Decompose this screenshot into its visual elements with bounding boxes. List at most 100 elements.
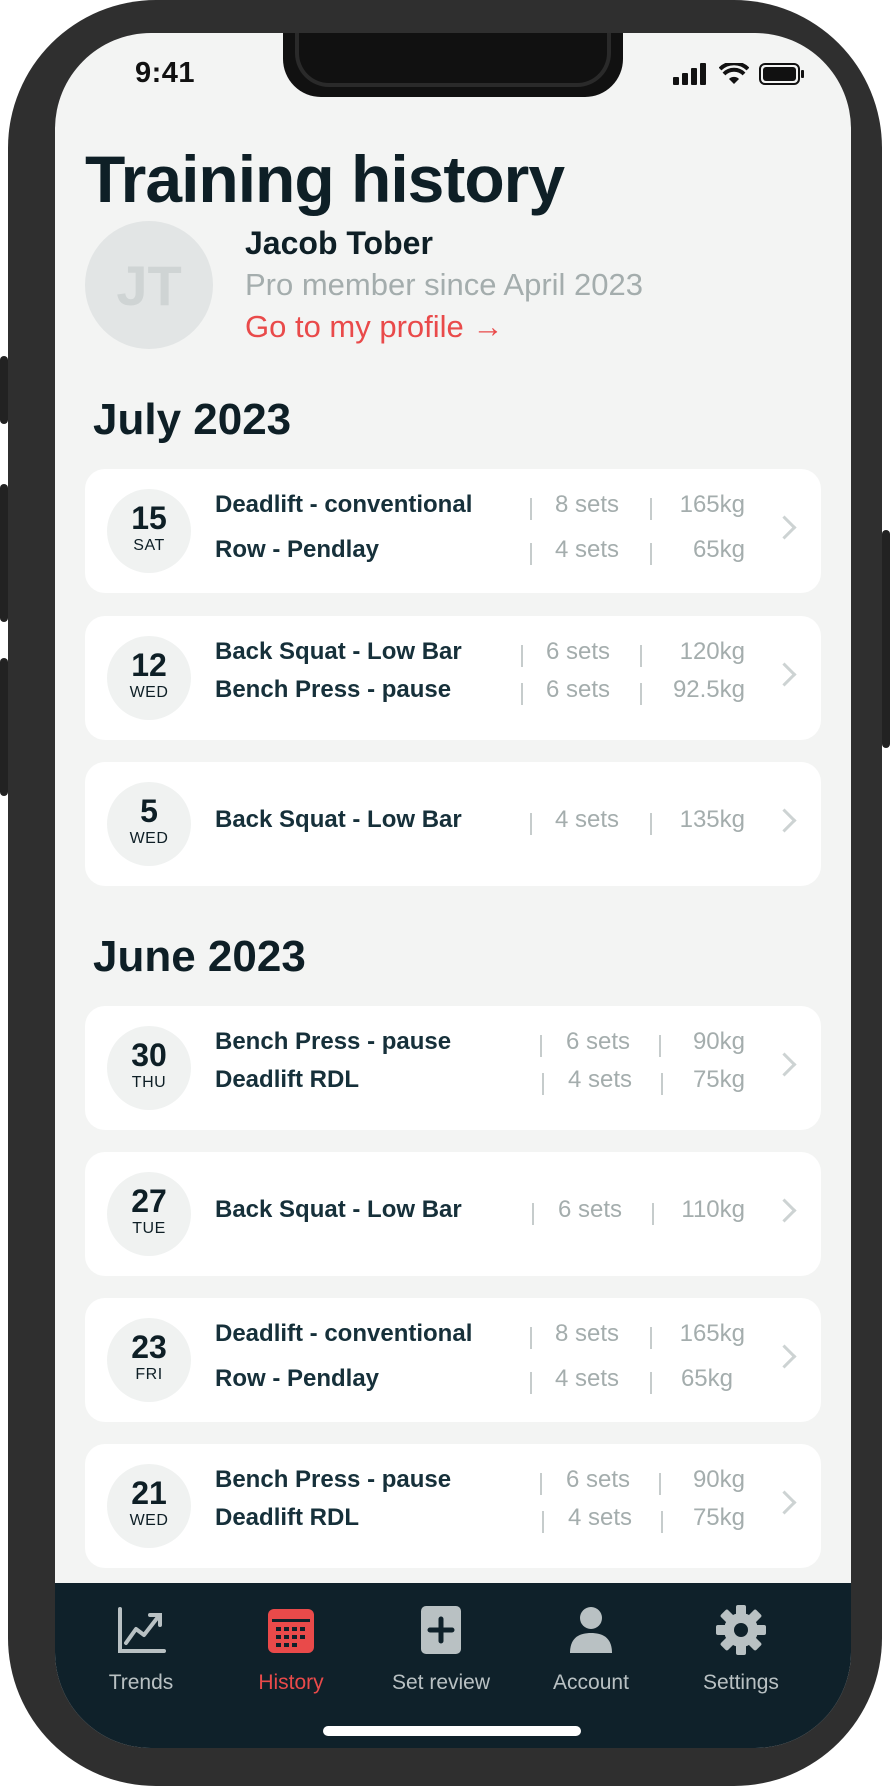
tab-set-review[interactable]: Set review	[381, 1603, 501, 1695]
exercise-row: Back Squat - Low Bar 4 sets 135kg	[85, 806, 821, 842]
calendar-icon	[268, 1609, 314, 1653]
exercise-row: Deadlift - conventional 8 sets 165kg	[85, 491, 821, 527]
session-card[interactable]: 30 THU Bench Press - pause 6 sets 90kg D…	[85, 1006, 821, 1130]
weight-value: 165kg	[679, 491, 745, 518]
battery-icon	[759, 63, 804, 85]
divider	[540, 1473, 542, 1495]
user-name: Jacob Tober	[245, 225, 433, 261]
mute-switch	[0, 356, 8, 424]
tab-label: Account	[553, 1671, 629, 1694]
sets-count: 4 sets	[568, 1066, 633, 1093]
sets-count: 6 sets	[566, 1028, 631, 1055]
tab-trends[interactable]: Trends	[81, 1603, 201, 1695]
sets-count: 4 sets	[568, 1504, 633, 1531]
power-button	[882, 530, 890, 748]
exercise-name: Back Squat - Low Bar	[215, 1196, 462, 1223]
weight-value: 90kg	[692, 1466, 745, 1493]
exercise-row: Deadlift - conventional 8 sets 165kg	[85, 1320, 821, 1356]
divider	[540, 1035, 542, 1057]
exercise-name: Deadlift RDL	[215, 1066, 359, 1093]
divider	[650, 813, 652, 835]
screen: 9:41 Training history JT Jacob Tober Pro	[55, 33, 851, 1748]
month-heading: June 2023	[93, 932, 306, 981]
sets-count: 4 sets	[555, 1365, 620, 1392]
notch	[283, 33, 623, 97]
exercise-row: Deadlift RDL 4 sets 75kg	[85, 1066, 821, 1102]
divider	[530, 498, 532, 520]
weight-value: 165kg	[679, 1320, 745, 1347]
exercise-row: Back Squat - Low Bar 6 sets 120kg	[85, 638, 821, 674]
exercise-row: Back Squat - Low Bar 6 sets 110kg	[85, 1196, 821, 1232]
volume-down-button	[0, 658, 8, 796]
divider	[659, 1473, 661, 1495]
volume-up-button	[0, 484, 8, 622]
avatar[interactable]: JT	[85, 221, 213, 349]
month-heading: July 2023	[93, 395, 292, 444]
divider	[650, 498, 652, 520]
divider	[530, 813, 532, 835]
sets-count: 6 sets	[566, 1466, 631, 1493]
weight-value: 120kg	[679, 638, 745, 665]
tab-settings[interactable]: Settings	[681, 1603, 801, 1695]
status-time: 9:41	[135, 57, 196, 89]
tab-account[interactable]: Account	[531, 1603, 651, 1695]
home-indicator[interactable]	[323, 1726, 581, 1736]
session-card[interactable]: 21 WED Bench Press - pause 6 sets 90kg D…	[85, 1444, 821, 1568]
weight-value: 110kg	[681, 1196, 745, 1223]
session-card[interactable]: 27 TUE Back Squat - Low Bar 6 sets 110kg	[85, 1152, 821, 1276]
exercise-name: Row - Pendlay	[215, 536, 380, 563]
divider	[542, 1073, 544, 1095]
session-card[interactable]: 5 WED Back Squat - Low Bar 4 sets 135kg	[85, 762, 821, 886]
weight-value: 92.5kg	[672, 676, 745, 703]
membership-text: Pro member since April 2023	[245, 267, 644, 302]
sets-count: 8 sets	[555, 491, 620, 518]
sets-count: 8 sets	[555, 1320, 620, 1347]
go-to-profile-link[interactable]: Go to my profile →	[245, 309, 503, 345]
exercise-name: Deadlift - conventional	[215, 491, 473, 518]
status-icons	[673, 63, 805, 85]
tab-history[interactable]: History	[231, 1603, 351, 1695]
trend-chart-icon	[118, 1607, 166, 1653]
weight-value: 135kg	[679, 806, 745, 833]
tab-label: Set review	[391, 1671, 491, 1694]
sets-count: 4 sets	[555, 536, 620, 563]
divider	[530, 1327, 532, 1349]
weight-value: 65kg	[680, 1365, 733, 1392]
divider	[661, 1511, 663, 1533]
exercise-row: Bench Press - pause 6 sets 90kg	[85, 1466, 821, 1502]
divider	[659, 1035, 661, 1057]
exercise-name: Bench Press - pause	[215, 1028, 452, 1055]
session-card[interactable]: 23 FRI Deadlift - conventional 8 sets 16…	[85, 1298, 821, 1422]
exercise-row: Bench Press - pause 6 sets 92.5kg	[85, 676, 821, 712]
exercise-name: Back Squat - Low Bar	[215, 638, 462, 665]
person-icon	[570, 1607, 612, 1653]
weight-value: 90kg	[692, 1028, 745, 1055]
phone-frame: 9:41 Training history JT Jacob Tober Pro	[0, 0, 890, 1786]
tab-bar: Trends History Set review Account Settin…	[55, 1583, 851, 1748]
divider	[521, 683, 523, 705]
wifi-icon	[719, 63, 749, 84]
divider	[532, 1203, 534, 1225]
divider	[521, 645, 523, 667]
session-card[interactable]: 12 WED Back Squat - Low Bar 6 sets 120kg…	[85, 616, 821, 740]
exercise-name: Row - Pendlay	[215, 1365, 380, 1392]
sets-count: 6 sets	[558, 1196, 623, 1223]
divider	[640, 683, 642, 705]
exercise-row: Bench Press - pause 6 sets 90kg	[85, 1028, 821, 1064]
divider	[652, 1203, 654, 1225]
tab-label: Settings	[703, 1671, 779, 1694]
exercise-row: Row - Pendlay 4 sets 65kg	[85, 1365, 821, 1401]
session-card[interactable]: 15 SAT Deadlift - conventional 8 sets 16…	[85, 469, 821, 593]
divider	[650, 543, 652, 565]
tab-label: History	[258, 1671, 324, 1694]
add-square-icon	[421, 1606, 461, 1654]
exercise-name: Back Squat - Low Bar	[215, 806, 462, 833]
exercise-name: Deadlift RDL	[215, 1504, 359, 1531]
divider	[542, 1511, 544, 1533]
exercise-name: Bench Press - pause	[215, 676, 452, 703]
sets-count: 6 sets	[546, 638, 611, 665]
divider	[661, 1073, 663, 1095]
sets-count: 6 sets	[546, 676, 611, 703]
divider	[650, 1327, 652, 1349]
exercise-name: Deadlift - conventional	[215, 1320, 473, 1347]
